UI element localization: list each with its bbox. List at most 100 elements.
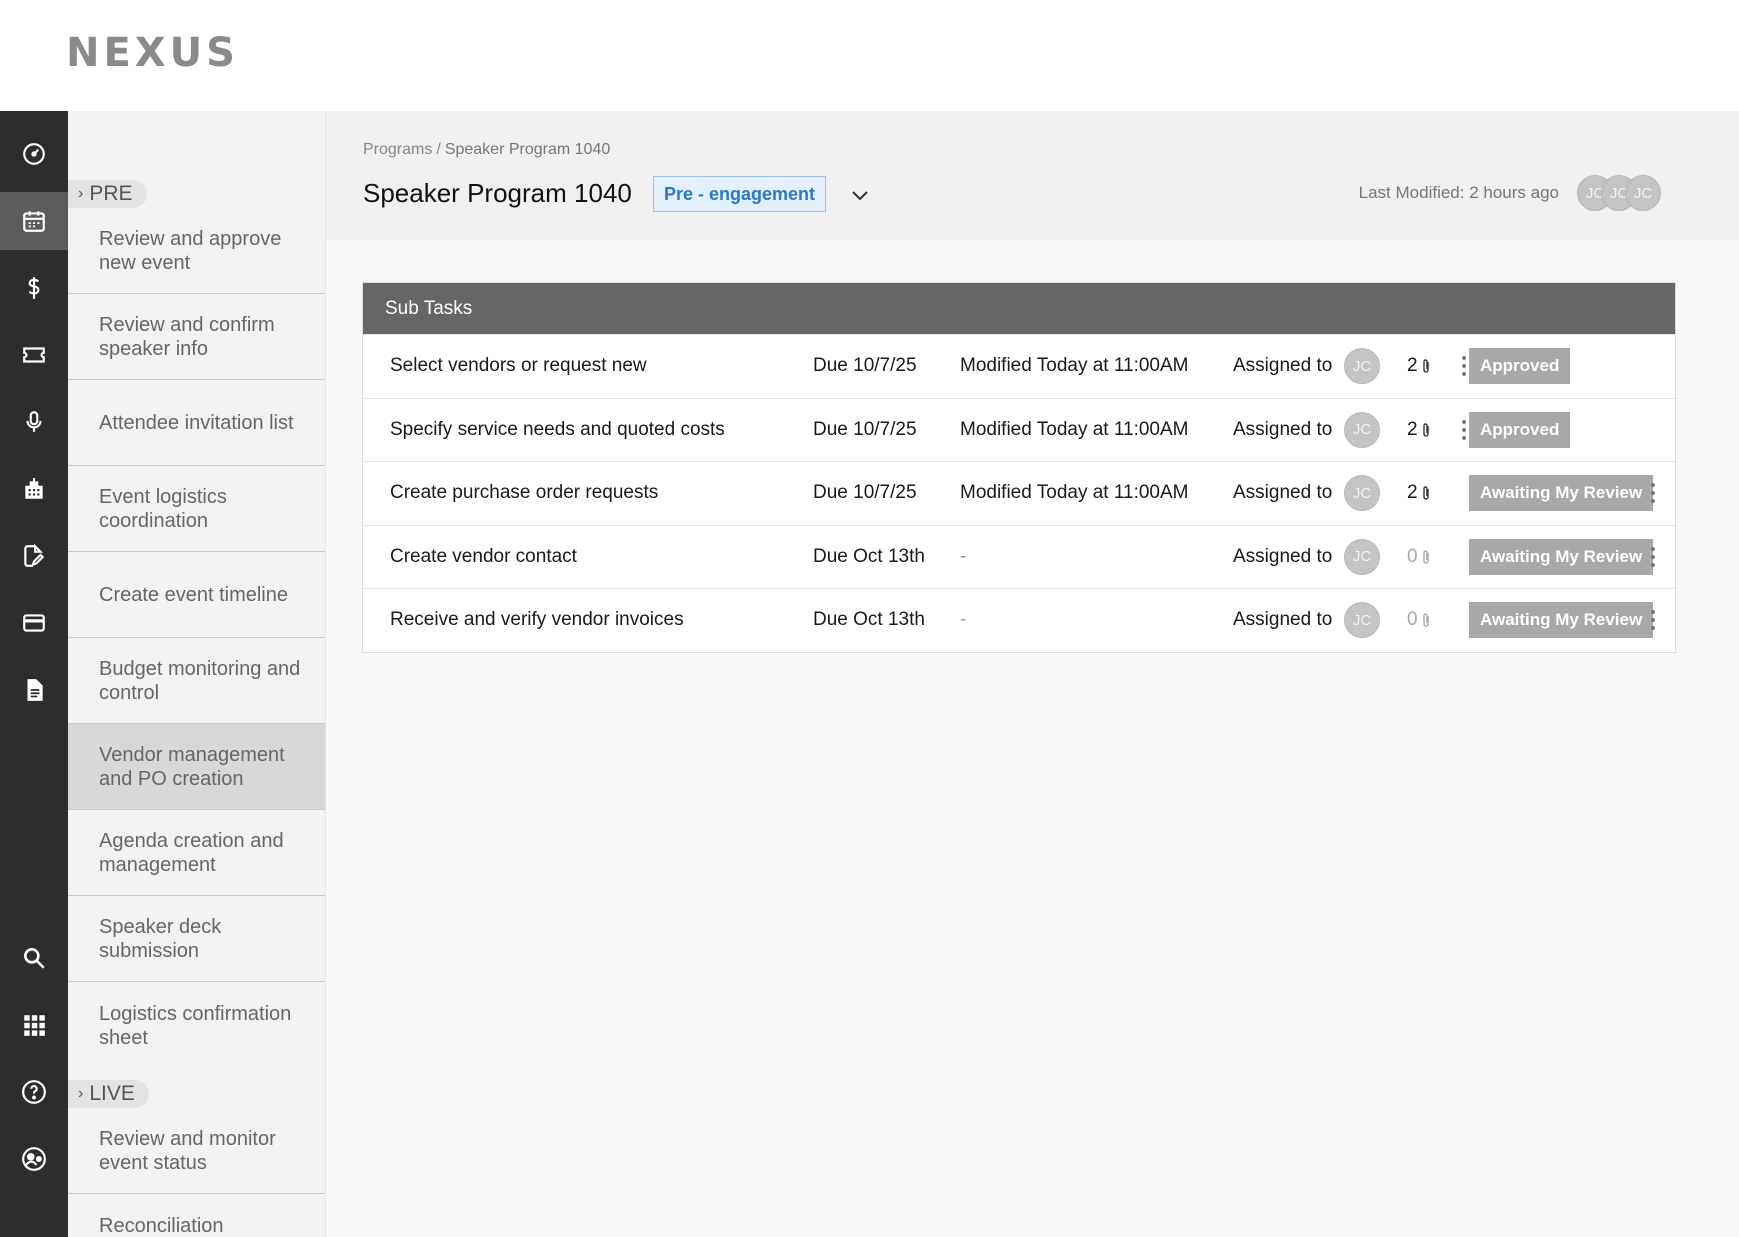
table-row[interactable]: Specify service needs and quoted costs D… (363, 397, 1675, 462)
attachment-count[interactable]: 2 (1407, 419, 1431, 441)
icon-rail (0, 111, 68, 1237)
program-header: Programs / Speaker Program 1040 Speaker Pr… (326, 111, 1739, 240)
breadcrumb-separator: / (436, 141, 441, 158)
step-label: Review and monitor event status (99, 1127, 276, 1174)
chevron-down-icon[interactable] (848, 183, 872, 207)
task-modified: Modified Today at 11:00AM (960, 355, 1189, 377)
attachment-count-value: 2 (1407, 482, 1418, 504)
more-options-icon[interactable] (1461, 419, 1467, 440)
task-title[interactable]: Receive and verify vendor invoices (390, 609, 684, 631)
subtasks-card: Sub Tasks Select vendors or request new … (362, 282, 1676, 653)
task-modified: - (960, 545, 967, 567)
assignee-avatar[interactable]: JC (1344, 602, 1380, 639)
table-row[interactable]: Select vendors or request new Due 10/7/2… (363, 334, 1675, 398)
table-row[interactable]: Create vendor contact Due Oct 13th - Ass… (363, 524, 1675, 589)
breadcrumb: Programs / Speaker Program 1040 (363, 141, 610, 159)
credit-card-icon (23, 614, 45, 632)
rail-help[interactable] (0, 1063, 68, 1121)
phase-live-toggle[interactable]: › LIVE (68, 1080, 149, 1108)
task-title[interactable]: Create purchase order requests (390, 482, 658, 504)
task-due: Due Oct 13th (813, 545, 925, 567)
rail-calendar[interactable] (0, 192, 68, 250)
chevron-right-icon: › (78, 185, 84, 202)
more-options-icon[interactable] (1461, 356, 1467, 377)
step-label: Reconciliation (99, 1215, 224, 1237)
phase-pre-toggle[interactable]: › PRE (68, 180, 147, 208)
step-label: Attendee invitation list (99, 411, 294, 434)
status-badge: Awaiting My Review (1469, 475, 1654, 512)
rail-tickets[interactable] (0, 326, 68, 384)
step-item[interactable]: Create event timeline (68, 552, 325, 638)
gauge-icon (23, 143, 45, 165)
paperclip-icon (1422, 550, 1429, 564)
rail-search[interactable] (0, 929, 68, 987)
rail-venues[interactable] (0, 460, 68, 518)
app-logo[interactable]: NEXUS (66, 30, 239, 76)
step-item[interactable]: Logistics confirmation sheet (68, 982, 325, 1068)
attachment-count[interactable]: 2 (1407, 355, 1431, 377)
more-options-icon[interactable] (1650, 546, 1656, 567)
grid-icon (24, 1015, 45, 1036)
attachment-count-value: 2 (1407, 355, 1418, 377)
assignee-avatar[interactable]: JC (1344, 411, 1380, 448)
table-row[interactable]: Receive and verify vendor invoices Due O… (363, 588, 1675, 652)
step-item[interactable]: Review and approve new event (68, 208, 325, 294)
rail-payments[interactable] (0, 594, 68, 652)
step-label: Speaker deck submission (99, 915, 222, 962)
step-item[interactable]: Speaker deck submission (68, 896, 325, 982)
attachment-count-value: 0 (1407, 609, 1418, 631)
rail-edit-docs[interactable] (0, 527, 68, 585)
paperclip-icon (1422, 359, 1429, 373)
dollar-icon (28, 277, 40, 299)
assigned-label: Assigned to (1233, 545, 1333, 567)
phase-pre-label: PRE (89, 182, 133, 205)
step-item[interactable]: Attendee invitation list (68, 380, 325, 466)
task-title[interactable]: Select vendors or request new (390, 355, 647, 377)
step-label: Review and approve new event (99, 227, 282, 274)
step-item[interactable]: Review and confirm speaker info (68, 294, 325, 380)
ticket-icon (23, 347, 45, 363)
rail-files[interactable] (0, 661, 68, 719)
stage-badge[interactable]: Pre - engagement (653, 176, 827, 212)
attachment-count-value: 2 (1407, 418, 1418, 440)
collaborator-avatars[interactable]: JC JC JC (1577, 175, 1661, 211)
top-bar: NEXUS (0, 0, 1739, 111)
step-item-active[interactable]: Vendor management and PO creation (68, 724, 325, 810)
status-badge: Awaiting My Review (1469, 602, 1654, 639)
step-item[interactable]: Event logistics coordination (68, 466, 325, 552)
step-item[interactable]: Review and monitor event status (68, 1108, 325, 1194)
avatar[interactable]: JC (1625, 175, 1661, 211)
rail-dashboard[interactable] (0, 125, 68, 183)
rail-speakers[interactable] (0, 393, 68, 451)
task-title[interactable]: Create vendor contact (390, 546, 577, 568)
assignee-avatar[interactable]: JC (1344, 348, 1380, 385)
table-row[interactable]: Create purchase order requests Due 10/7/… (363, 461, 1675, 525)
step-item[interactable]: Reconciliation (68, 1194, 325, 1237)
step-item[interactable]: Agenda creation and management (68, 810, 325, 896)
attachment-count[interactable]: 0 (1407, 546, 1431, 568)
rail-apps[interactable] (0, 996, 68, 1054)
rail-profile[interactable] (0, 1130, 68, 1188)
more-options-icon[interactable] (1650, 483, 1656, 504)
microphone-icon (26, 411, 42, 432)
attachment-count[interactable]: 0 (1407, 609, 1431, 631)
last-modified-text: Last Modified: 2 hours ago (1358, 183, 1559, 202)
help-icon (22, 1080, 46, 1104)
attachment-count[interactable]: 2 (1407, 482, 1431, 504)
more-options-icon[interactable] (1650, 610, 1656, 631)
status-badge: Awaiting My Review (1469, 538, 1654, 575)
assigned-label: Assigned to (1233, 355, 1333, 377)
assignee-avatar[interactable]: JC (1344, 475, 1380, 512)
assignee-avatar[interactable]: JC (1344, 538, 1380, 575)
task-due: Due 10/7/25 (813, 355, 917, 377)
paperclip-icon (1422, 613, 1429, 627)
document-edit-icon (24, 543, 45, 567)
task-modified: Modified Today at 11:00AM (960, 482, 1189, 504)
subtasks-header: Sub Tasks (363, 283, 1675, 334)
breadcrumb-programs-link[interactable]: Programs (363, 141, 432, 158)
task-title[interactable]: Specify service needs and quoted costs (390, 419, 725, 441)
rail-budget[interactable] (0, 259, 68, 317)
paperclip-icon (1422, 486, 1429, 500)
step-item[interactable]: Budget monitoring and control (68, 638, 325, 724)
task-modified: Modified Today at 11:00AM (960, 418, 1189, 440)
